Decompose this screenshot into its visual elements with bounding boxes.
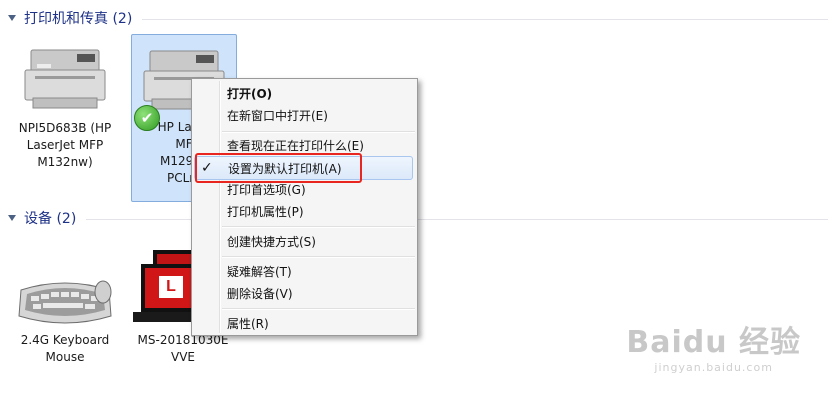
menu-item-label: 在新窗口中打开(E) (227, 108, 328, 123)
context-menu: 打开(O) 在新窗口中打开(E) 查看现在正在打印什么(E) ✓ 设置为默认打印… (191, 78, 418, 336)
menu-item-label: 打开(O) (227, 86, 273, 101)
group-header-printers[interactable]: 打印机和传真 (2) (6, 7, 828, 29)
lenovo-logo-letter: L (159, 276, 183, 298)
keyboard-icon (13, 248, 117, 332)
menu-item-label: 属性(R) (227, 316, 269, 331)
watermark-url: jingyan.baidu.com (654, 361, 773, 374)
menu-item-label: 查看现在正在打印什么(E) (227, 138, 364, 153)
menu-item-printer-properties[interactable]: 打印机属性(P) (194, 200, 413, 222)
menu-separator (222, 308, 415, 310)
baidu-jingyan-watermark: Baidu 经验 jingyan.baidu.com (626, 317, 801, 374)
menu-item-label: 打印机属性(P) (227, 204, 304, 219)
menu-item-remove-device[interactable]: 删除设备(V) (194, 282, 413, 304)
menu-item-open-new-window[interactable]: 在新窗口中打开(E) (194, 104, 413, 126)
device-label: MS-20181030E VVE (137, 333, 229, 364)
menu-separator (222, 131, 415, 133)
printer-mfp-icon (13, 36, 117, 120)
menu-item-label: 疑难解答(T) (227, 264, 292, 279)
device-label: 2.4G Keyboard Mouse (20, 333, 110, 364)
group-title-devices: 设备 (2) (24, 211, 77, 227)
watermark-logo: Baidu 经验 (626, 325, 801, 360)
collapse-triangle-icon[interactable] (8, 215, 16, 221)
annotation-highlight-box (195, 153, 362, 183)
group-divider (142, 18, 828, 20)
menu-separator (222, 256, 415, 258)
menu-item-label: 创建快捷方式(S) (227, 234, 316, 249)
device-label: NPI5D683B (HP LaserJet MFP M132nw) (18, 121, 112, 169)
menu-separator (222, 226, 415, 228)
menu-item-label: 打印首选项(G) (227, 182, 306, 197)
collapse-triangle-icon[interactable] (8, 15, 16, 21)
device-keyboard-mouse[interactable]: 2.4G Keyboard Mouse (13, 248, 117, 366)
group-title-printers: 打印机和传真 (2) (24, 11, 133, 27)
menu-item-create-shortcut[interactable]: 创建快捷方式(S) (194, 230, 413, 252)
menu-item-open[interactable]: 打开(O) (194, 82, 413, 104)
device-printer-npi[interactable]: NPI5D683B (HP LaserJet MFP M132nw) (13, 36, 117, 171)
default-printer-check-icon: ✔ (134, 105, 160, 131)
menu-item-label: 删除设备(V) (227, 286, 293, 301)
menu-item-troubleshoot[interactable]: 疑难解答(T) (194, 260, 413, 282)
menu-item-properties[interactable]: 属性(R) (194, 312, 413, 334)
